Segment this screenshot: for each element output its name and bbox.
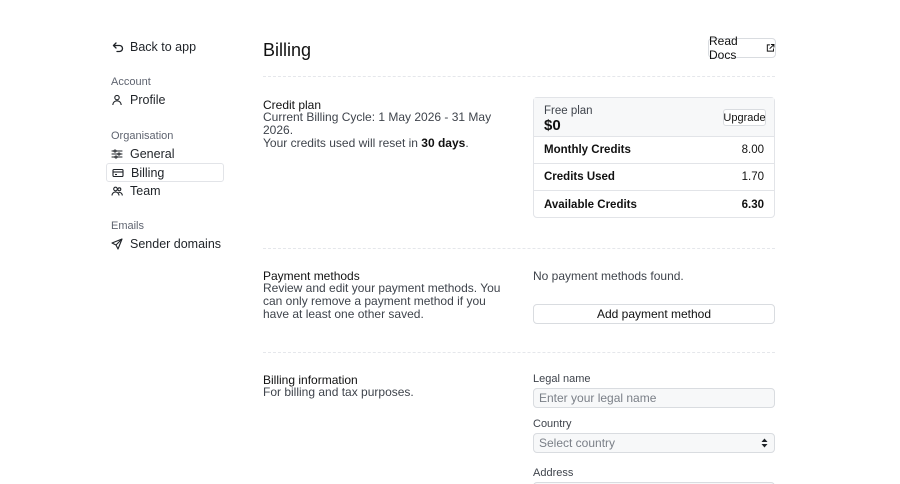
section-title-organisation: Organisation	[111, 130, 174, 142]
country-label: Country	[533, 418, 572, 430]
select-arrows-icon	[761, 438, 768, 448]
sidebar-item-label: Sender domains	[130, 236, 222, 251]
plan-row-monthly-credits: Monthly Credits 8.00	[534, 137, 774, 164]
sidebar-item-billing[interactable]: Billing	[106, 163, 224, 182]
section-title-account: Account	[111, 76, 151, 88]
section-divider	[263, 248, 775, 249]
address-label: Address	[533, 467, 574, 479]
sidebar-item-profile[interactable]: Profile	[106, 90, 224, 109]
sidebar-item-label: Billing	[131, 165, 165, 180]
plan-row-value: 6.30	[741, 198, 764, 211]
billing-information-description: For billing and tax purposes.	[263, 385, 414, 399]
undo-arrow-icon	[112, 42, 124, 53]
user-icon	[112, 94, 122, 105]
plan-row-label: Available Credits	[544, 198, 637, 211]
credit-plan-description: Current Billing Cycle: 1 May 2026 - 31 M…	[263, 111, 523, 150]
send-icon	[111, 237, 123, 250]
payment-methods-description: Review and edit your payment methods. Yo…	[263, 281, 501, 321]
section-divider	[263, 76, 775, 77]
country-select-value: Select country	[539, 436, 616, 450]
legal-name-label: Legal name	[533, 373, 591, 385]
no-payment-methods-text: No payment methods found.	[533, 269, 684, 283]
sidebar-item-label: Team	[130, 183, 161, 198]
sliders-icon	[111, 148, 123, 159]
section-title-emails: Emails	[111, 220, 145, 232]
add-payment-method-button[interactable]: Add payment method	[533, 304, 775, 324]
reset-text: Your credits used will reset in 30 days.	[263, 137, 523, 150]
reset-days: 30 days	[421, 136, 466, 150]
plan-row-available-credits: Available Credits 6.30	[534, 191, 774, 218]
country-select[interactable]: Select country	[533, 433, 775, 453]
read-docs-label: Read Docs	[709, 34, 738, 62]
users-icon	[111, 186, 123, 196]
plan-card: Free plan $0 Upgrade Monthly Credits 8.0…	[533, 97, 775, 218]
credit-card-icon	[112, 168, 124, 177]
sidebar-item-team[interactable]: Team	[106, 181, 224, 200]
plan-row-label: Credits Used	[544, 171, 615, 183]
sidebar-item-sender-domains[interactable]: Sender domains	[106, 234, 224, 253]
plan-row-credits-used: Credits Used 1.70	[534, 164, 774, 191]
back-to-app-link[interactable]: Back to app	[112, 40, 196, 54]
plan-card-header: Free plan $0 Upgrade	[534, 98, 774, 137]
page-title: Billing	[263, 40, 312, 60]
external-link-icon	[767, 43, 775, 52]
reset-prefix: Your credits used will reset in	[263, 136, 422, 150]
section-divider	[263, 352, 775, 353]
upgrade-button[interactable]: Upgrade	[723, 109, 766, 126]
back-to-app-label: Back to app	[130, 40, 197, 54]
sidebar-item-label: Profile	[130, 92, 166, 107]
plan-row-value: 1.70	[741, 171, 764, 183]
sidebar-item-general[interactable]: General	[106, 144, 224, 163]
plan-price: $0	[544, 117, 561, 134]
sidebar-item-label: General	[130, 146, 175, 161]
reset-suffix: .	[465, 136, 469, 150]
legal-name-input[interactable]	[533, 388, 775, 408]
plan-row-label: Monthly Credits	[544, 144, 631, 156]
read-docs-button[interactable]: Read Docs	[708, 34, 776, 62]
billing-cycle-text: Current Billing Cycle: 1 May 2026 - 31 M…	[263, 110, 492, 137]
plan-name: Free plan	[544, 105, 593, 117]
plan-row-value: 8.00	[741, 144, 764, 156]
